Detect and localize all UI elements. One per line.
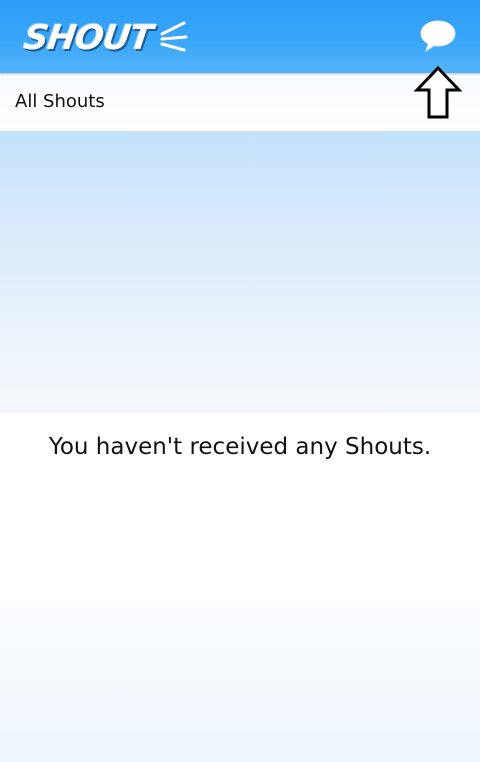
content-band-bottom xyxy=(0,603,480,762)
logo-text: SHOUT xyxy=(21,18,155,58)
sub-header: All Shouts xyxy=(0,73,480,131)
speech-bubble-icon xyxy=(420,20,456,53)
empty-state-message: You haven't received any Shouts. xyxy=(48,434,432,460)
content-band-top xyxy=(0,131,480,413)
shouts-list: You haven't received any Shouts. xyxy=(0,131,480,762)
app-bar: SHOUT xyxy=(0,0,480,73)
up-arrow-icon xyxy=(414,66,462,119)
shout-lines-icon xyxy=(160,21,188,52)
new-shout-button[interactable] xyxy=(416,16,460,56)
page-title: All Shouts xyxy=(15,91,105,112)
shout-logo: SHOUT xyxy=(21,16,190,60)
